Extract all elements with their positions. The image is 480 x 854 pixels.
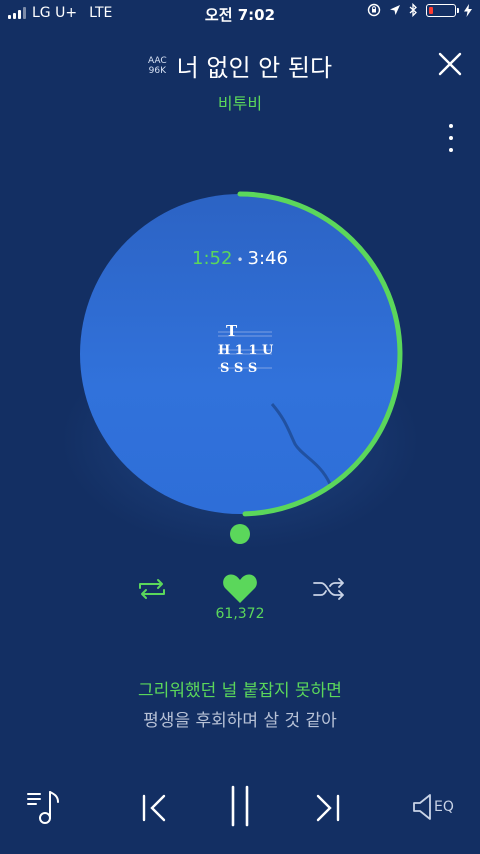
seek-handle[interactable] [230,524,250,544]
title-row: AAC 96K 너 없인 안 된다 [0,48,480,83]
equalizer-button[interactable]: EQ [412,792,460,826]
eq-label: EQ [434,799,454,815]
heart-icon[interactable] [222,572,258,604]
pause-icon[interactable] [226,784,254,828]
status-bar: LG U+ LTE 오전 7:02 [0,0,480,28]
like-count: 61,372 [215,606,265,622]
more-options-button[interactable] [446,124,456,152]
previous-track-icon[interactable] [138,792,170,824]
next-lyric: 평생을 후회하며 살 것 같아 [143,711,337,731]
more-dot-icon [449,136,453,140]
next-track-icon[interactable] [312,792,344,824]
action-row: 61,372 [0,570,480,630]
playlist-icon[interactable] [26,788,64,826]
lyrics-panel[interactable]: 그리워했던 널 붙잡지 못하면 평생을 후회하며 살 것 같아 [0,676,480,731]
playback-controls: EQ [0,780,480,836]
audio-quality-badge: AAC 96K [148,56,167,76]
charging-bolt-icon [464,3,472,17]
close-icon[interactable] [436,50,464,78]
now-playing-header: AAC 96K 너 없인 안 된다 비투비 [0,44,480,114]
codec-label: AAC [147,55,167,66]
repeat-icon[interactable] [136,578,168,600]
progress-ring[interactable] [70,184,410,524]
artist-name[interactable]: 비투비 [0,90,480,114]
album-disc-area[interactable]: 1:52 • 3:46 T H 1 1 U S S S [70,184,410,524]
location-icon [390,5,400,15]
bluetooth-icon [409,3,417,17]
bitrate-label: 96K [148,65,166,76]
status-right [367,3,472,17]
shuffle-icon[interactable] [312,578,346,600]
song-title: 너 없인 안 된다 [176,54,333,82]
speaker-icon [413,794,431,820]
more-dot-icon [449,148,453,152]
more-dot-icon [449,124,453,128]
current-lyric: 그리워했던 널 붙잡지 못하면 [138,681,342,701]
progress-arc [237,191,403,517]
rotation-lock-icon [367,3,381,17]
battery-icon [426,3,459,17]
